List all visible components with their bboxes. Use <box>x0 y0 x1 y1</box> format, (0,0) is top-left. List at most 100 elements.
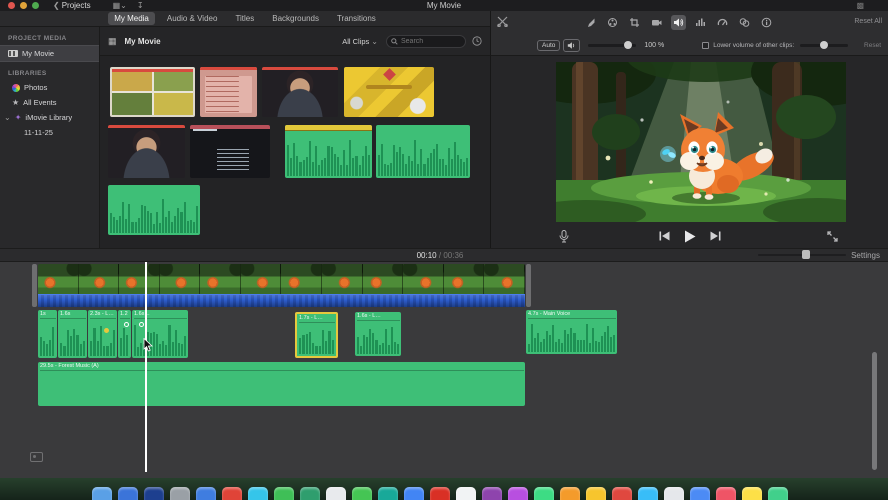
previous-frame-button[interactable] <box>659 231 670 241</box>
clock-icon[interactable] <box>472 36 482 46</box>
dock-app-icon[interactable] <box>196 487 216 500</box>
clip-trim-handle-right[interactable] <box>526 264 531 307</box>
media-thumbnail-notes[interactable] <box>200 67 257 117</box>
crop-icon[interactable] <box>627 15 642 30</box>
media-thumbnail-slide[interactable] <box>344 67 434 117</box>
tab-audio-video[interactable]: Audio & Video <box>161 12 224 25</box>
auto-volume-button[interactable]: Auto <box>537 40 560 51</box>
import-media-icon[interactable]: ↧ <box>137 1 144 10</box>
dock-app-icon[interactable] <box>222 487 242 500</box>
dock-app-icon[interactable] <box>352 487 372 500</box>
search-box[interactable] <box>386 35 466 48</box>
media-thumbnail-terminal[interactable] <box>190 125 270 178</box>
dock-app-icon[interactable] <box>482 487 502 500</box>
dock-app-icon[interactable] <box>586 487 606 500</box>
dock-app-icon[interactable] <box>508 487 528 500</box>
sidebar-item-event-date[interactable]: 11-11-25 <box>0 125 99 140</box>
dock-app-icon[interactable] <box>534 487 554 500</box>
media-thumbnail-collage[interactable] <box>110 67 195 117</box>
search-input[interactable] <box>401 38 461 45</box>
dock-app-icon[interactable] <box>612 487 632 500</box>
dock-app-icon[interactable] <box>560 487 580 500</box>
media-thumbnail-audio[interactable] <box>376 125 470 178</box>
sidebar-item-all-events[interactable]: ★ All Events <box>0 95 99 110</box>
tab-titles[interactable]: Titles <box>229 12 260 25</box>
zoom-slider-knob[interactable] <box>802 250 810 259</box>
media-thumbnail-audio[interactable] <box>108 185 200 235</box>
media-thumbnail-webcam[interactable] <box>262 67 338 117</box>
close-window-button[interactable] <box>8 2 15 9</box>
dock-app-icon[interactable] <box>378 487 398 500</box>
sidebar-item-photos[interactable]: Photos <box>0 80 99 95</box>
keyframe-indicator[interactable] <box>124 322 129 327</box>
projects-back-button[interactable]: ❮ Projects <box>53 1 91 10</box>
tab-backgrounds[interactable]: Backgrounds <box>266 12 325 25</box>
audio-clip-selected[interactable]: 1.7s - L… <box>295 312 338 358</box>
dock-app-icon[interactable] <box>430 487 450 500</box>
dock-app-icon[interactable] <box>170 487 190 500</box>
volume-icon[interactable] <box>671 15 686 30</box>
settings-button[interactable]: Settings <box>851 251 880 260</box>
dock-app-icon[interactable] <box>638 487 658 500</box>
color-balance-icon[interactable] <box>583 15 598 30</box>
stabilization-icon[interactable] <box>649 15 664 30</box>
volume-slider-knob[interactable] <box>624 41 632 49</box>
dock-app-icon[interactable] <box>690 487 710 500</box>
mute-button[interactable] <box>563 39 580 52</box>
dock-app-icon[interactable] <box>742 487 762 500</box>
window-menu-icon[interactable]: ▩ <box>856 1 864 10</box>
sidebar-item-my-movie[interactable]: My Movie <box>0 45 99 62</box>
grid-view-icon[interactable]: ▦ <box>108 36 117 47</box>
scissors-icon[interactable] <box>497 16 508 27</box>
reset-volume-button[interactable]: Reset <box>864 42 881 49</box>
sidebar-item-imovie-library[interactable]: ⌄ ✦ iMovie Library <box>0 110 99 125</box>
audio-clip[interactable]: 1.6s - L… <box>355 312 401 356</box>
audio-clip[interactable]: 1.2 <box>118 310 131 358</box>
dock-app-icon[interactable] <box>716 487 736 500</box>
dock-app-icon[interactable] <box>248 487 268 500</box>
lower-volume-slider[interactable] <box>800 44 848 47</box>
play-button[interactable] <box>684 230 696 243</box>
tab-my-media[interactable]: My Media <box>108 12 155 25</box>
audio-clip-main-voice[interactable]: 4.7s - Main Voice <box>526 310 617 354</box>
audio-clip[interactable]: 1s <box>38 310 57 358</box>
dock-app-icon[interactable] <box>456 487 476 500</box>
lower-volume-knob[interactable] <box>820 41 828 49</box>
dock-app-icon[interactable] <box>300 487 320 500</box>
lower-volume-checkbox[interactable] <box>702 42 709 49</box>
dock-app-icon[interactable] <box>118 487 138 500</box>
media-thumbnail-audio[interactable] <box>285 125 372 178</box>
keyframe-indicator[interactable] <box>139 322 144 327</box>
minimize-window-button[interactable] <box>20 2 27 9</box>
clip-trim-handle-left[interactable] <box>32 264 37 307</box>
dock-app-icon[interactable] <box>326 487 346 500</box>
audio-clip[interactable]: 2.3s - L… <box>88 310 117 358</box>
video-audio-waveform[interactable] <box>38 294 525 307</box>
effects-icon[interactable] <box>737 15 752 30</box>
all-clips-filter[interactable]: All Clips ⌄ <box>342 37 378 46</box>
reset-all-button[interactable]: Reset All <box>854 18 882 25</box>
keyframe-indicator[interactable] <box>104 328 109 333</box>
dock-app-icon[interactable] <box>274 487 294 500</box>
speed-icon[interactable] <box>715 15 730 30</box>
timeline-scrollbar[interactable] <box>872 352 877 470</box>
dock-app-icon[interactable] <box>92 487 112 500</box>
timeline-zoom-slider[interactable] <box>758 254 846 256</box>
media-thumbnail-webcam[interactable] <box>108 125 185 178</box>
tab-transitions[interactable]: Transitions <box>331 12 382 25</box>
clip-info-icon[interactable] <box>759 15 774 30</box>
dock-app-icon[interactable] <box>404 487 424 500</box>
playhead[interactable] <box>145 262 147 472</box>
color-correction-icon[interactable] <box>605 15 620 30</box>
next-frame-button[interactable] <box>710 231 721 241</box>
video-clip-filmstrip[interactable] <box>38 264 525 294</box>
window-controls[interactable] <box>8 2 39 9</box>
dock-app-icon[interactable] <box>144 487 164 500</box>
audio-clip[interactable]: 1.6s… <box>132 310 188 358</box>
audio-clip[interactable]: 1.6s <box>58 310 87 358</box>
dock-app-icon[interactable] <box>768 487 788 500</box>
zoom-window-button[interactable] <box>32 2 39 9</box>
dock-app-icon[interactable] <box>664 487 684 500</box>
noise-reduction-icon[interactable] <box>693 15 708 30</box>
music-clip[interactable]: 29.5s - Forest Music (A) <box>38 362 525 406</box>
